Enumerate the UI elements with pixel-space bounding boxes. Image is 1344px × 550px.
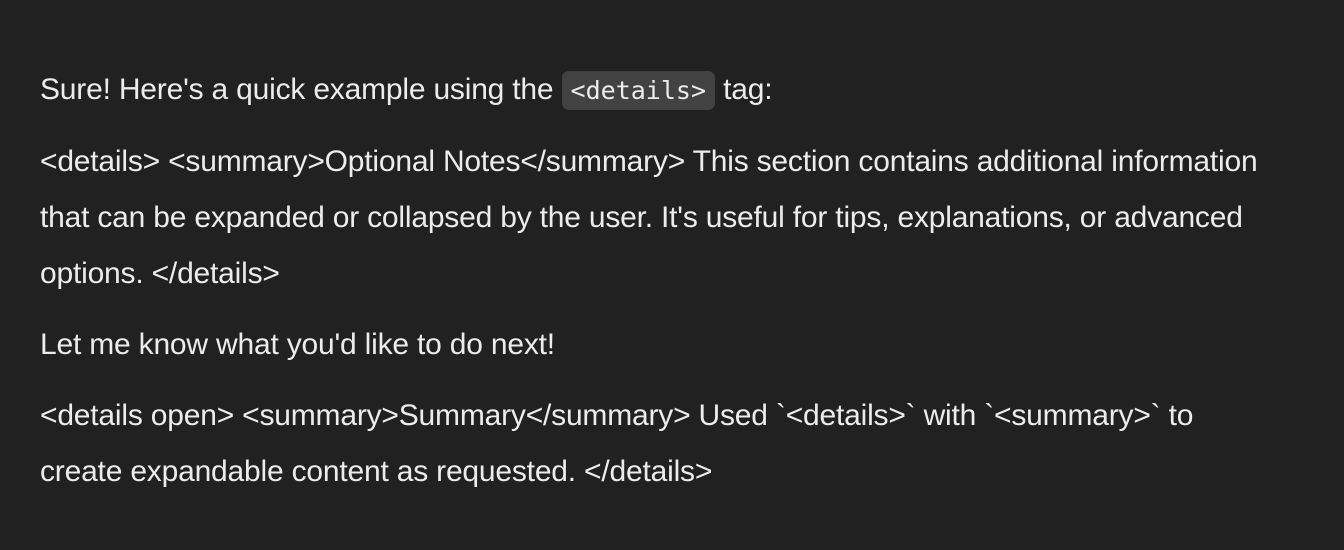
details-example-paragraph: <details> <summary>Optional Notes</summa… [40, 145, 1258, 290]
intro-text-before: Sure! Here's a quick example using the [40, 73, 562, 106]
intro-text-after: tag: [715, 73, 773, 106]
inline-code-details-tag: <details> [561, 71, 716, 110]
closing-paragraph: Let me know what you'd like to do next! [40, 328, 555, 361]
assistant-message: Sure! Here's a quick example using the <… [40, 62, 1280, 500]
summary-paragraph: <details open> <summary>Summary</summary… [40, 399, 1194, 488]
intro-paragraph: Sure! Here's a quick example using the <… [40, 62, 1280, 119]
